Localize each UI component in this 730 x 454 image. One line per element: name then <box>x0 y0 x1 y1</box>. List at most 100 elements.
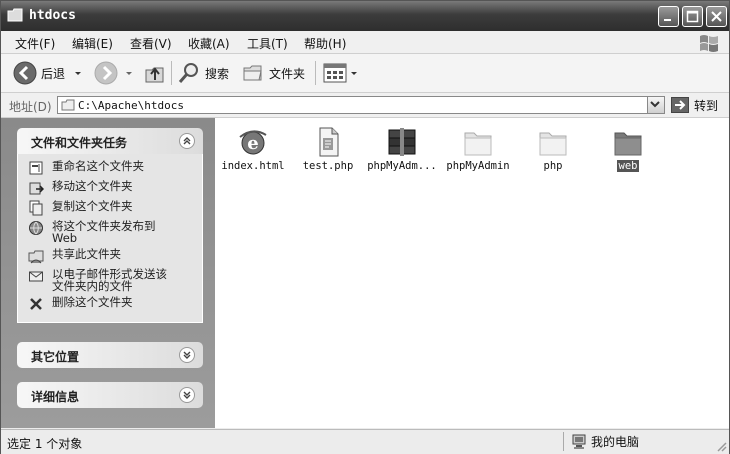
chevron-up-icon <box>183 137 191 145</box>
back-button[interactable]: 后退 <box>13 59 83 87</box>
expand-button[interactable] <box>179 387 195 403</box>
task-move-folder[interactable]: 移动这个文件夹 <box>28 180 194 196</box>
task-delete-folder[interactable]: 删除这个文件夹 <box>28 296 194 312</box>
menu-edit[interactable]: 编辑(E) <box>72 35 113 52</box>
task-share-folder[interactable]: 共享此文件夹 <box>28 248 194 264</box>
file-view[interactable]: e index.html test.php phpMyAdm... phpMyA… <box>215 118 729 428</box>
up-button[interactable] <box>143 59 167 87</box>
address-bar: 地址(D) C:\Apache\htdocs 转到 <box>1 93 729 118</box>
toolbar: 后退 搜索 文件夹 <box>1 54 729 93</box>
close-icon <box>711 11 722 22</box>
copy-icon <box>29 200 43 216</box>
archive-icon <box>388 128 416 156</box>
computer-icon <box>572 434 586 449</box>
chevron-down-icon <box>183 351 191 359</box>
file-item[interactable]: phpMyAdm... <box>363 126 441 172</box>
close-button[interactable] <box>706 6 727 27</box>
menu-help[interactable]: 帮助(H) <box>304 35 346 52</box>
php-file-icon <box>319 127 339 157</box>
file-item[interactable]: test.php <box>289 126 367 172</box>
file-name: web <box>616 160 640 172</box>
file-name: index.html <box>221 160 285 172</box>
forward-button[interactable] <box>94 59 134 87</box>
task-label: 复制这个文件夹 <box>52 199 133 213</box>
file-name: phpMyAdmin <box>446 160 510 172</box>
menu-view[interactable]: 查看(V) <box>130 35 172 52</box>
task-publish-web[interactable]: 将这个文件夹发布到 Web <box>28 220 194 244</box>
file-tasks-panel: 文件和文件夹任务 重命名这个文件夹 移动这个文件夹 复制这个文件夹 将这个文件夹… <box>17 128 203 323</box>
status-bar: 选定 1 个对象 我的电脑 <box>1 429 729 454</box>
folders-button[interactable]: 文件夹 <box>241 59 305 87</box>
status-location-label: 我的电脑 <box>591 435 640 449</box>
task-pane: 文件和文件夹任务 重命名这个文件夹 移动这个文件夹 复制这个文件夹 将这个文件夹… <box>1 118 215 428</box>
search-icon <box>178 63 198 83</box>
back-label: 后退 <box>41 66 66 81</box>
title-bar[interactable]: htdocs <box>1 1 729 32</box>
folders-label: 文件夹 <box>269 66 306 81</box>
task-label: 将这个文件夹发布到 Web <box>52 220 156 244</box>
other-places-panel: 其它位置 <box>17 342 203 368</box>
panel-title: 文件和文件夹任务 <box>31 136 128 150</box>
menu-favorites[interactable]: 收藏(A) <box>188 35 230 52</box>
file-item[interactable]: php <box>514 126 592 172</box>
email-icon <box>29 271 43 282</box>
go-button[interactable]: 转到 <box>671 96 718 114</box>
address-input[interactable]: C:\Apache\htdocs <box>57 96 665 114</box>
windows-logo-icon <box>700 35 718 52</box>
collapse-button[interactable] <box>179 133 195 149</box>
task-label: 重命名这个文件夹 <box>52 159 144 173</box>
folder-icon <box>464 132 492 156</box>
details-header[interactable]: 详细信息 <box>17 382 203 408</box>
move-icon <box>29 182 44 195</box>
task-rename-folder[interactable]: 重命名这个文件夹 <box>28 160 194 176</box>
file-tasks-header[interactable]: 文件和文件夹任务 <box>17 128 203 154</box>
task-label: 共享此文件夹 <box>52 247 121 261</box>
other-places-header[interactable]: 其它位置 <box>17 342 203 368</box>
minimize-icon <box>664 19 671 21</box>
maximize-button[interactable] <box>682 6 703 27</box>
views-icon <box>323 63 347 83</box>
chevron-down-icon[interactable] <box>73 68 83 78</box>
task-label: 删除这个文件夹 <box>52 295 133 309</box>
maximize-icon <box>686 10 699 23</box>
folder-icon <box>539 132 567 156</box>
folder-icon <box>61 99 75 111</box>
search-button[interactable]: 搜索 <box>177 59 229 87</box>
delete-icon <box>30 298 42 310</box>
file-name: php <box>543 160 563 172</box>
file-item[interactable]: phpMyAdmin <box>439 126 517 172</box>
task-email-files[interactable]: 以电子邮件形式发送该 文件夹内的文件 <box>28 268 194 292</box>
chevron-down-icon <box>351 72 357 75</box>
task-copy-folder[interactable]: 复制这个文件夹 <box>28 200 194 216</box>
folder-icon <box>614 132 642 156</box>
window-title: htdocs <box>29 8 76 23</box>
views-button[interactable] <box>323 59 359 87</box>
chevron-down-icon[interactable] <box>124 68 134 78</box>
address-path: C:\Apache\htdocs <box>78 99 184 112</box>
minimize-button[interactable] <box>658 6 679 27</box>
chevron-down-icon <box>650 101 660 108</box>
explorer-window: htdocs 文件(F) 编辑(E) 查看(V) 收藏(A) 工具(T) 帮助(… <box>0 0 730 454</box>
folder-icon <box>7 8 23 22</box>
menu-bar: 文件(F) 编辑(E) 查看(V) 收藏(A) 工具(T) 帮助(H) <box>1 31 729 54</box>
address-dropdown-button[interactable] <box>647 97 664 113</box>
folders-icon <box>243 65 262 81</box>
search-label: 搜索 <box>205 66 230 81</box>
toolbar-separator <box>171 61 172 85</box>
menu-file[interactable]: 文件(F) <box>15 35 55 52</box>
expand-button[interactable] <box>179 347 195 363</box>
file-item-selected[interactable]: web <box>589 126 667 172</box>
rename-icon <box>29 161 43 175</box>
menu-tools[interactable]: 工具(T) <box>247 35 288 52</box>
status-text: 选定 1 个对象 <box>7 437 83 451</box>
folder-up-icon <box>145 67 164 83</box>
resize-grip-icon[interactable] <box>715 440 727 452</box>
task-label: 以电子邮件形式发送该 文件夹内的文件 <box>52 268 167 292</box>
svg-text:e: e <box>247 133 258 154</box>
status-divider <box>563 432 564 451</box>
file-item[interactable]: e index.html <box>214 126 292 172</box>
go-label: 转到 <box>694 98 719 113</box>
panel-title: 其它位置 <box>31 350 80 364</box>
go-arrow-icon <box>671 97 689 113</box>
back-arrow-icon <box>13 61 37 85</box>
